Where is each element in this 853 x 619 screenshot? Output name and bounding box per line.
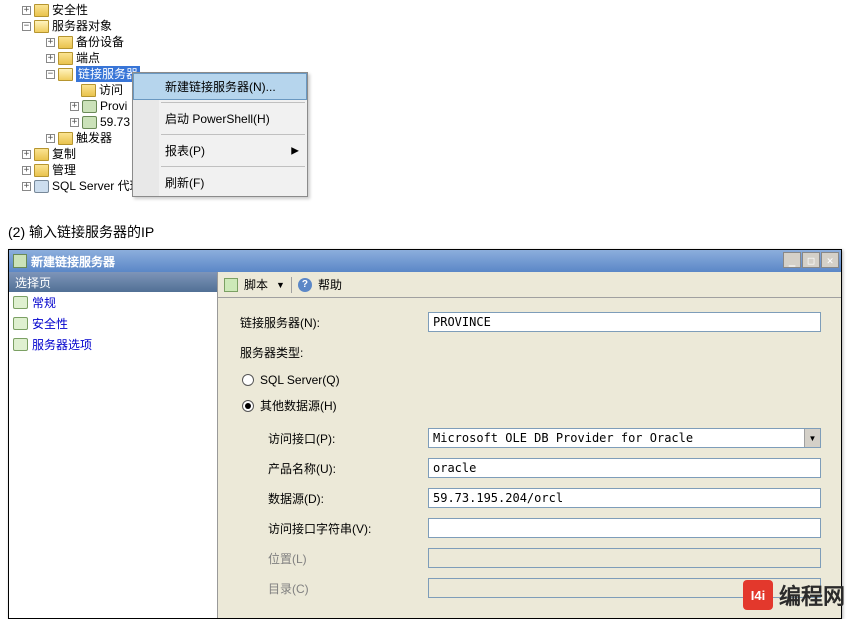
maximize-button[interactable]: □ (802, 252, 820, 268)
provider-string-input[interactable] (428, 518, 821, 538)
context-menu: 新建链接服务器(N)... 启动 PowerShell(H) 报表(P)▶ 刷新… (132, 72, 308, 197)
toolbar-separator (291, 277, 292, 293)
folder-icon (81, 84, 96, 97)
menu-new-linked-server[interactable]: 新建链接服务器(N)... (133, 73, 307, 100)
menu-reports[interactable]: 报表(P)▶ (133, 137, 307, 164)
datasource-input[interactable] (428, 488, 821, 508)
watermark: I4i 编程网 (743, 579, 845, 611)
dropdown-arrow-icon[interactable]: ▼ (276, 280, 285, 290)
page-general[interactable]: 常规 (9, 292, 217, 313)
dialog-titlebar[interactable]: 新建链接服务器 _ □ ✕ (9, 250, 841, 272)
server-icon (82, 116, 97, 129)
plus-icon[interactable]: + (46, 38, 55, 47)
datasource-label: 数据源(D): (268, 490, 428, 507)
plus-icon[interactable]: + (46, 54, 55, 63)
plus-icon[interactable]: + (22, 182, 31, 191)
instruction-text: (2) 输入链接服务器的IP (8, 222, 154, 242)
plus-icon[interactable]: + (70, 118, 79, 127)
menu-start-powershell[interactable]: 启动 PowerShell(H) (133, 105, 307, 132)
server-icon (82, 100, 97, 113)
folder-icon (58, 132, 73, 145)
provider-label: 访问接口(P): (268, 430, 428, 447)
location-label: 位置(L) (268, 550, 428, 567)
folder-icon (34, 148, 49, 161)
page-selector-header: 选择页 (9, 272, 217, 292)
plus-icon[interactable]: + (22, 150, 31, 159)
plus-icon[interactable]: + (22, 6, 31, 15)
menu-separator (161, 134, 305, 135)
tree-node-endpoint[interactable]: +端点 (6, 50, 853, 66)
tree-node-security[interactable]: +安全性 (6, 2, 853, 18)
folder-icon (58, 68, 73, 81)
dialog-toolbar: 脚本 ▼ ? 帮助 (218, 272, 841, 298)
menu-separator (161, 166, 305, 167)
new-linked-server-dialog: 新建链接服务器 _ □ ✕ 选择页 常规 安全性 服务器选项 脚本 ▼ ? 帮助 … (8, 249, 842, 619)
dialog-icon (13, 254, 27, 268)
folder-icon (34, 164, 49, 177)
page-security[interactable]: 安全性 (9, 313, 217, 334)
dialog-title: 新建链接服务器 (31, 253, 115, 270)
minus-icon[interactable]: − (22, 22, 31, 31)
script-icon (224, 278, 238, 292)
submenu-arrow-icon: ▶ (291, 145, 299, 156)
provider-string-label: 访问接口字符串(V): (268, 520, 428, 537)
folder-icon (58, 52, 73, 65)
product-name-label: 产品名称(U): (268, 460, 428, 477)
linked-server-label: 链接服务器(N): (240, 314, 428, 331)
watermark-text: 编程网 (779, 579, 845, 611)
radio-sqlserver[interactable]: SQL Server(Q) (242, 373, 821, 387)
page-icon (13, 296, 28, 309)
close-button[interactable]: ✕ (821, 252, 839, 268)
plus-icon[interactable]: + (46, 134, 55, 143)
plus-icon[interactable]: + (22, 166, 31, 175)
radio-other-source[interactable]: 其他数据源(H) (242, 397, 821, 414)
form-pane: 脚本 ▼ ? 帮助 链接服务器(N): 服务器类型: SQL Server(Q) (218, 272, 841, 618)
object-explorer-tree: +安全性 −服务器对象 +备份设备 +端点 −链接服务器 访问 +Provi +… (0, 0, 853, 194)
product-name-input[interactable] (428, 458, 821, 478)
script-button[interactable]: 脚本 (244, 276, 268, 293)
radio-icon (242, 374, 254, 386)
help-icon: ? (298, 278, 312, 292)
plus-icon[interactable]: + (70, 102, 79, 111)
folder-icon (34, 4, 49, 17)
linked-server-input[interactable] (428, 312, 821, 332)
page-icon (13, 317, 28, 330)
folder-icon (34, 20, 49, 33)
page-server-options[interactable]: 服务器选项 (9, 334, 217, 355)
minimize-button[interactable]: _ (783, 252, 801, 268)
menu-refresh[interactable]: 刷新(F) (133, 169, 307, 196)
page-selector-pane: 选择页 常规 安全性 服务器选项 (9, 272, 218, 618)
tree-node-backup[interactable]: +备份设备 (6, 34, 853, 50)
provider-select[interactable]: Microsoft OLE DB Provider for Oracle ▼ (428, 428, 821, 448)
menu-separator (161, 102, 305, 103)
watermark-logo-icon: I4i (743, 580, 773, 610)
location-input (428, 548, 821, 568)
folder-icon (58, 36, 73, 49)
server-type-label: 服务器类型: (240, 344, 428, 361)
selected-node-label: 链接服务器 (76, 66, 140, 82)
dropdown-button-icon[interactable]: ▼ (804, 429, 820, 447)
agent-icon (34, 180, 49, 193)
help-button[interactable]: 帮助 (318, 276, 342, 293)
minus-icon[interactable]: − (46, 70, 55, 79)
catalog-label: 目录(C) (268, 580, 428, 597)
tree-node-server-objects[interactable]: −服务器对象 (6, 18, 853, 34)
page-icon (13, 338, 28, 351)
radio-icon (242, 400, 254, 412)
